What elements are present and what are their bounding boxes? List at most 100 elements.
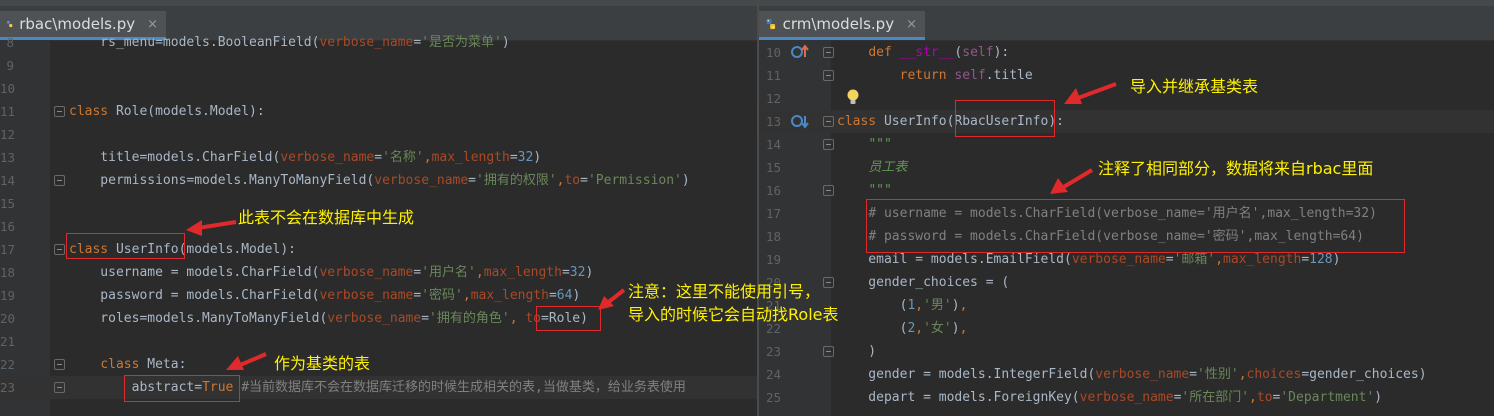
close-tab-icon[interactable]: × bbox=[906, 17, 917, 32]
code-line[interactable]: 10 bbox=[0, 77, 757, 100]
fold-marker-icon[interactable] bbox=[54, 359, 65, 370]
annotation-as-base: 作为基类的表 bbox=[274, 354, 371, 373]
code-text[interactable]: password = models.CharField(verbose_name… bbox=[69, 284, 580, 307]
annotation-import-inherit: 导入并继承基类表 bbox=[1130, 77, 1259, 96]
fold-marker-icon[interactable] bbox=[823, 47, 834, 58]
code-text[interactable]: username = models.CharField(verbose_name… bbox=[69, 261, 593, 284]
annotation-commented-same: 注释了相同部分，数据将来自rbac里面 bbox=[1098, 159, 1374, 178]
code-line[interactable]: 12 bbox=[0, 123, 757, 146]
line-number: 19 bbox=[0, 288, 16, 303]
code-text[interactable]: gender_choices = ( bbox=[837, 271, 1009, 294]
right-tab-strip bbox=[759, 0, 1494, 6]
line-number: 20 bbox=[0, 311, 16, 326]
code-line[interactable]: 14 """ bbox=[759, 133, 1494, 156]
code-text[interactable]: gender = models.IntegerField(verbose_nam… bbox=[837, 363, 1426, 386]
line-number: 23 bbox=[0, 380, 16, 395]
line-number: 22 bbox=[0, 357, 16, 372]
code-line[interactable]: 13 class UserInfo(RbacUserInfo): bbox=[759, 110, 1494, 133]
line-number: 12 bbox=[765, 91, 781, 106]
fold-marker-icon[interactable] bbox=[823, 346, 834, 357]
fold-marker-icon[interactable] bbox=[823, 139, 834, 150]
code-text[interactable]: 员工表 bbox=[837, 156, 907, 179]
code-line[interactable]: 21 (1,'男'), bbox=[759, 294, 1494, 317]
python-file-icon bbox=[6, 20, 13, 28]
code-line[interactable]: 9 bbox=[0, 54, 757, 77]
line-number: 14 bbox=[765, 137, 781, 152]
code-line[interactable]: 11 return self.title bbox=[759, 64, 1494, 87]
right-tab-bar: crm\models.py × bbox=[759, 0, 1494, 41]
code-text[interactable]: rs_menu=models.BooleanField(verbose_name… bbox=[69, 31, 509, 54]
code-line[interactable]: 12 bbox=[759, 87, 1494, 110]
fold-marker-icon[interactable] bbox=[823, 116, 834, 127]
code-text[interactable]: class Meta: bbox=[69, 353, 186, 376]
fold-marker-icon[interactable] bbox=[54, 175, 65, 186]
line-number: 17 bbox=[0, 242, 16, 257]
code-text[interactable]: title=models.CharField(verbose_name='名称'… bbox=[69, 146, 541, 169]
line-number: 15 bbox=[765, 160, 781, 175]
fold-marker-icon[interactable] bbox=[823, 185, 834, 196]
arrow-as-base bbox=[226, 352, 267, 370]
code-text[interactable]: class Role(models.Model): bbox=[69, 100, 265, 123]
lightbulb-icon[interactable] bbox=[845, 88, 861, 106]
userinfo-class-highlight-box bbox=[66, 233, 185, 259]
abstract-true-highlight-box bbox=[124, 375, 240, 402]
line-number: 18 bbox=[765, 229, 781, 244]
line-number: 9 bbox=[6, 58, 14, 73]
code-line[interactable]: 8 rs_menu=models.BooleanField(verbose_na… bbox=[0, 31, 757, 54]
fold-marker-icon[interactable] bbox=[54, 106, 65, 117]
code-line[interactable]: 10 def __str__(self): bbox=[759, 41, 1494, 64]
line-number: 16 bbox=[0, 219, 16, 234]
tab-crm-models[interactable]: crm\models.py × bbox=[759, 11, 925, 40]
code-line[interactable]: 25 depart = models.ForeignKey(verbose_na… bbox=[759, 386, 1494, 409]
annotation-note-line2: 导入的时候它会自动找Role表 bbox=[628, 305, 839, 324]
fold-marker-icon[interactable] bbox=[823, 70, 834, 81]
line-number: 18 bbox=[0, 265, 16, 280]
rbac-userinfo-highlight-box bbox=[955, 100, 1055, 137]
fold-marker-icon[interactable] bbox=[823, 277, 834, 288]
code-text[interactable]: """ bbox=[837, 133, 891, 156]
override-method-icon[interactable] bbox=[791, 44, 811, 60]
arrow-import-inherit bbox=[1064, 82, 1117, 104]
code-line[interactable]: 11 class Role(models.Model): bbox=[0, 100, 757, 123]
code-line[interactable]: 13 title=models.CharField(verbose_name='… bbox=[0, 146, 757, 169]
to-role-highlight-box bbox=[536, 306, 601, 331]
annotation-not-generated: 此表不会在数据库中生成 bbox=[238, 208, 415, 227]
code-text[interactable]: depart = models.ForeignKey(verbose_name=… bbox=[837, 386, 1382, 409]
code-text[interactable]: permissions=models.ManyToManyField(verbo… bbox=[69, 169, 689, 192]
code-text[interactable]: roles=models.ManyToManyField(verbose_nam… bbox=[69, 307, 588, 330]
code-line[interactable]: 20 gender_choices = ( bbox=[759, 271, 1494, 294]
annotation-note-line1: 注意：这里不能使用引号， bbox=[628, 282, 821, 301]
line-number: 17 bbox=[765, 206, 781, 221]
arrow-commented-same bbox=[1050, 168, 1094, 194]
code-line[interactable]: 14 permissions=models.ManyToManyField(ve… bbox=[0, 169, 757, 192]
line-number: 13 bbox=[0, 150, 16, 165]
close-tab-icon[interactable]: × bbox=[147, 17, 158, 32]
code-line[interactable]: 22 class Meta: bbox=[0, 353, 757, 376]
code-line[interactable]: 21 bbox=[0, 330, 757, 353]
code-line[interactable]: 22 (2,'女'), bbox=[759, 317, 1494, 340]
code-line[interactable]: 23 abstract=True #当前数据库不会在数据库迁移的时候生成相关的表… bbox=[0, 376, 757, 399]
line-number: 10 bbox=[765, 45, 781, 60]
arrow-not-generated bbox=[186, 220, 237, 236]
code-line[interactable]: 24 gender = models.IntegerField(verbose_… bbox=[759, 363, 1494, 386]
line-number: 15 bbox=[0, 196, 16, 211]
fold-marker-icon[interactable] bbox=[54, 244, 65, 255]
left-tab-strip bbox=[0, 0, 757, 6]
implemented-class-icon[interactable] bbox=[791, 113, 811, 129]
line-number: 10 bbox=[0, 81, 16, 96]
line-number: 19 bbox=[765, 252, 781, 267]
arrow-to-role bbox=[598, 288, 626, 310]
line-number: 11 bbox=[0, 104, 16, 119]
line-number: 24 bbox=[765, 367, 781, 382]
code-text[interactable]: ) bbox=[837, 340, 876, 363]
line-number: 23 bbox=[765, 344, 781, 359]
code-text[interactable]: (2,'女'), bbox=[837, 317, 968, 340]
python-file-icon bbox=[766, 18, 776, 30]
code-text[interactable]: def __str__(self): bbox=[837, 41, 1009, 64]
code-line[interactable]: 23 ) bbox=[759, 340, 1494, 363]
line-number: 12 bbox=[0, 127, 16, 142]
commented-fields-highlight-box bbox=[866, 199, 1405, 253]
code-text[interactable]: return self.title bbox=[837, 64, 1033, 87]
fold-marker-icon[interactable] bbox=[54, 382, 65, 393]
code-text[interactable]: (1,'男'), bbox=[837, 294, 968, 317]
